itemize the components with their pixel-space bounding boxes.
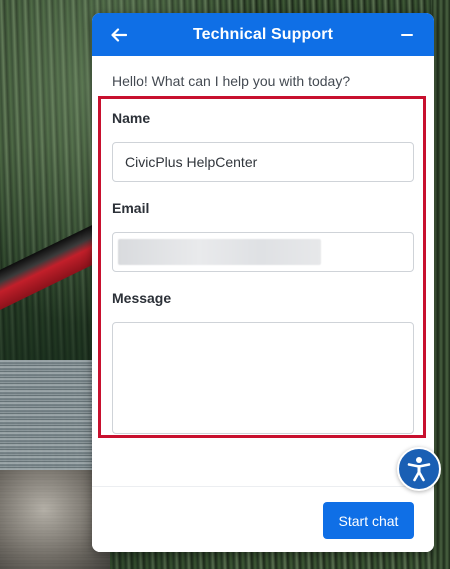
name-label: Name	[112, 110, 151, 126]
minus-icon	[401, 33, 413, 36]
chat-header: Technical Support	[92, 13, 434, 56]
email-redacted-value	[118, 239, 321, 265]
message-field[interactable]	[112, 322, 414, 434]
contact-form: Name CivicPlus HelpCenter Email Message	[98, 96, 426, 438]
chat-title: Technical Support	[192, 25, 334, 43]
arrow-left-icon	[111, 27, 127, 42]
chat-footer: Start chat	[92, 486, 434, 552]
back-arrow-icon[interactable]	[108, 24, 130, 46]
greeting-text: Hello! What can I help you with today?	[112, 73, 351, 89]
chat-widget: Technical Support Hello! What can I help…	[92, 13, 434, 552]
email-field[interactable]	[112, 232, 414, 272]
accessibility-icon	[407, 457, 431, 482]
start-chat-button[interactable]: Start chat	[323, 502, 414, 539]
message-label: Message	[112, 290, 172, 306]
name-field[interactable]: CivicPlus HelpCenter	[112, 142, 414, 182]
email-label: Email	[112, 200, 150, 216]
accessibility-button[interactable]	[397, 447, 441, 491]
minimize-button[interactable]	[396, 24, 418, 46]
